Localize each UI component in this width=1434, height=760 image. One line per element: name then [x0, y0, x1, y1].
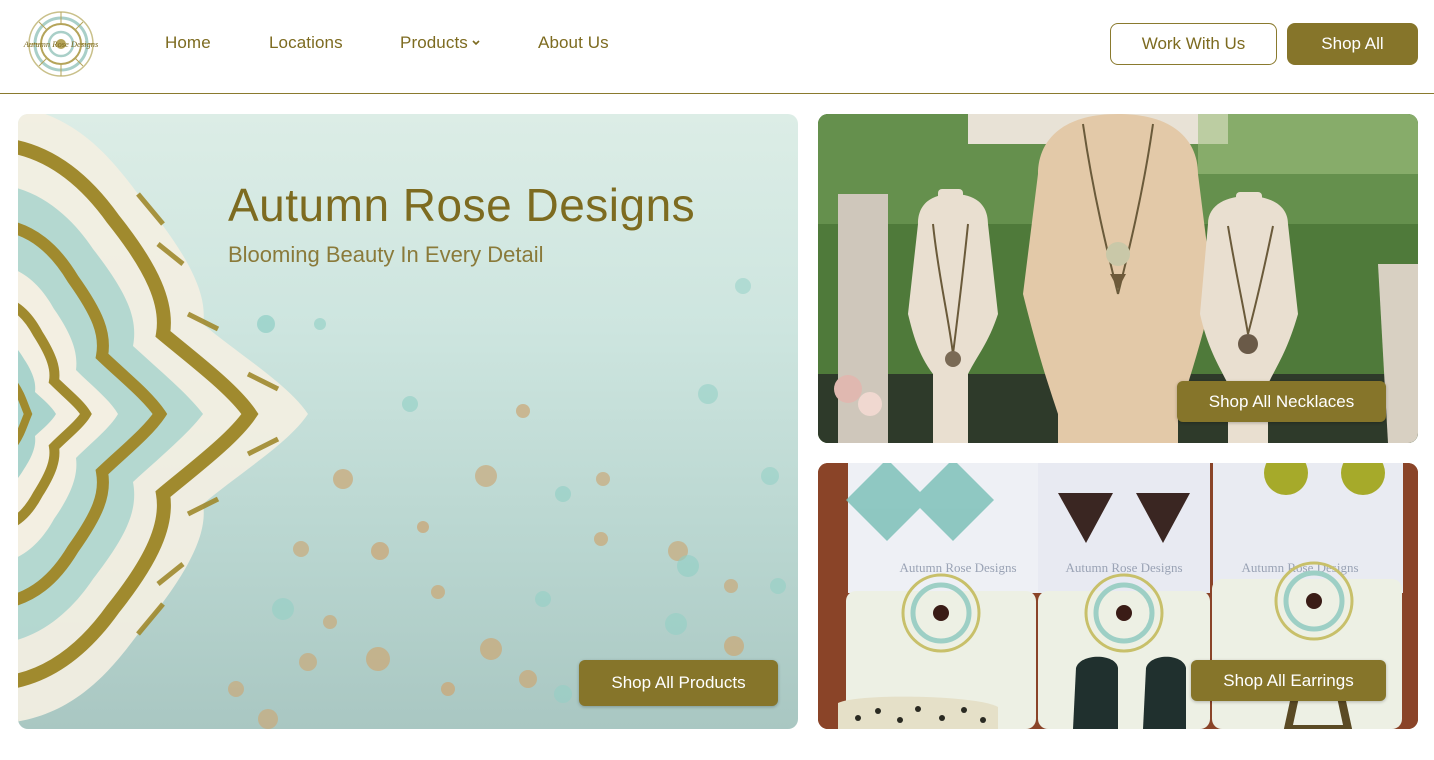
logo-wordmark: Autumn Rose Designs: [23, 39, 99, 49]
card-brand-text-1: Autumn Rose Designs: [900, 560, 1017, 575]
card-brand-text-2: Autumn Rose Designs: [1066, 560, 1183, 575]
shop-all-button[interactable]: Shop All: [1287, 23, 1418, 65]
nav-products[interactable]: Products: [400, 33, 480, 53]
nav-home[interactable]: Home: [165, 33, 211, 53]
necklaces-card: Shop All Necklaces: [818, 114, 1418, 443]
earrings-card: Autumn Rose Designs Autumn Rose Designs …: [818, 463, 1418, 729]
nav-products-label: Products: [400, 33, 468, 52]
brand-logo[interactable]: Autumn Rose Designs: [18, 8, 104, 80]
nav-locations[interactable]: Locations: [269, 33, 343, 53]
mandala-logo-icon: Autumn Rose Designs: [23, 11, 99, 77]
nav-about-us[interactable]: About Us: [538, 33, 609, 53]
shop-all-earrings-button[interactable]: Shop All Earrings: [1191, 660, 1386, 701]
hero-card: Autumn Rose Designs Blooming Beauty In E…: [18, 114, 798, 729]
work-with-us-button[interactable]: Work With Us: [1110, 23, 1277, 65]
chevron-down-icon: [472, 40, 480, 46]
site-header: Autumn Rose Designs Home Locations Produ…: [0, 0, 1434, 94]
hero-title: Autumn Rose Designs: [228, 179, 696, 231]
shop-all-products-button[interactable]: Shop All Products: [579, 660, 778, 706]
shop-all-necklaces-button[interactable]: Shop All Necklaces: [1177, 381, 1386, 422]
hero-subtitle: Blooming Beauty In Every Detail: [228, 242, 544, 267]
